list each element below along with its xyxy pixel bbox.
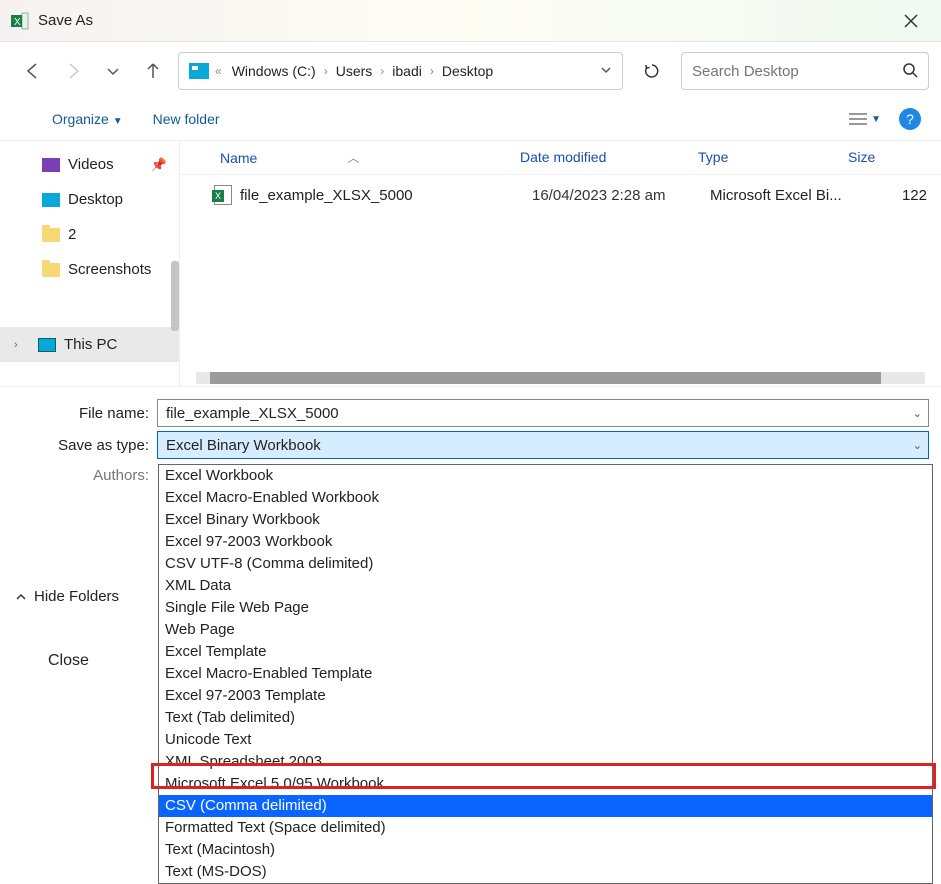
window-title: Save As bbox=[38, 12, 93, 29]
nav-back-button[interactable] bbox=[18, 56, 48, 86]
sort-indicator-icon: ︿ bbox=[347, 149, 359, 166]
filename-row: File name: file_example_XLSX_5000 ⌄ bbox=[12, 399, 929, 427]
saveastype-option[interactable]: XML Data bbox=[159, 575, 932, 597]
saveastype-option[interactable]: XML Spreadsheet 2003 bbox=[159, 751, 932, 773]
saveastype-option[interactable]: Excel 97-2003 Workbook bbox=[159, 531, 932, 553]
this-pc-icon bbox=[38, 338, 56, 352]
sidebar-item-this-pc[interactable]: › This PC bbox=[0, 327, 179, 362]
chevron-right-icon: › bbox=[322, 64, 330, 78]
saveastype-option[interactable]: Formatted Text (Space delimited) bbox=[159, 817, 932, 839]
breadcrumb-address-bar[interactable]: « Windows (C:) › Users › ibadi › Desktop bbox=[178, 52, 623, 90]
sidebar-item-label: Videos bbox=[68, 156, 114, 173]
authors-label: Authors: bbox=[12, 467, 157, 484]
chevron-right-icon: › bbox=[378, 64, 386, 78]
column-date[interactable]: Date modified bbox=[520, 149, 698, 166]
saveastype-option[interactable]: Excel Macro-Enabled Workbook bbox=[159, 487, 932, 509]
saveastype-dropdown-icon[interactable]: ⌄ bbox=[913, 439, 922, 452]
sidebar-item-desktop[interactable]: Desktop bbox=[0, 182, 179, 217]
horizontal-scrollbar[interactable] bbox=[196, 372, 925, 384]
saveastype-option[interactable]: Single File Web Page bbox=[159, 597, 932, 619]
videos-icon bbox=[42, 158, 60, 172]
folder-icon bbox=[42, 263, 60, 277]
saveastype-option[interactable]: Text (Macintosh) bbox=[159, 839, 932, 861]
search-input[interactable] bbox=[692, 63, 902, 80]
column-size[interactable]: Size bbox=[848, 149, 931, 166]
saveastype-option[interactable]: Excel Workbook bbox=[159, 465, 932, 487]
file-size: 122 bbox=[860, 187, 931, 204]
saveastype-option[interactable]: Excel Template bbox=[159, 641, 932, 663]
nav-row: « Windows (C:) › Users › ibadi › Desktop bbox=[0, 42, 941, 102]
excel-app-icon: X bbox=[10, 11, 30, 31]
filename-value: file_example_XLSX_5000 bbox=[166, 405, 339, 422]
organize-label: Organize bbox=[52, 111, 109, 127]
sidebar-item-label: 2 bbox=[68, 226, 76, 243]
sidebar: Videos 📌 Desktop 2 Screenshots › This PC bbox=[0, 141, 180, 386]
file-name: file_example_XLSX_5000 bbox=[240, 187, 532, 204]
hide-folders-button[interactable]: Hide Folders bbox=[14, 588, 119, 605]
view-options-button[interactable]: ▼ bbox=[849, 112, 881, 126]
saveastype-option[interactable]: Web Page bbox=[159, 619, 932, 641]
breadcrumb-item[interactable]: Windows (C:) bbox=[228, 61, 320, 81]
expand-icon[interactable]: › bbox=[14, 339, 18, 351]
saveastype-row: Save as type: Excel Binary Workbook ⌄ bbox=[12, 431, 929, 459]
saveastype-option[interactable]: Unicode Text bbox=[159, 729, 932, 751]
sidebar-item-label: Screenshots bbox=[68, 261, 151, 278]
sidebar-item-screenshots[interactable]: Screenshots bbox=[0, 252, 179, 287]
folder-icon bbox=[42, 228, 60, 242]
saveastype-option[interactable]: Excel 97-2003 Template bbox=[159, 685, 932, 707]
help-button[interactable]: ? bbox=[899, 108, 921, 130]
saveastype-option[interactable]: Excel Macro-Enabled Template bbox=[159, 663, 932, 685]
file-type: Microsoft Excel Bi... bbox=[710, 187, 860, 204]
saveastype-option[interactable]: CSV UTF-8 (Comma delimited) bbox=[159, 553, 932, 575]
excel-file-icon bbox=[212, 185, 234, 205]
filename-field[interactable]: file_example_XLSX_5000 ⌄ bbox=[157, 399, 929, 427]
desktop-icon bbox=[42, 193, 60, 207]
breadcrumb-item[interactable]: ibadi bbox=[388, 61, 426, 81]
saveastype-field[interactable]: Excel Binary Workbook ⌄ bbox=[157, 431, 929, 459]
search-box[interactable] bbox=[681, 52, 929, 90]
breadcrumb-dropdown-icon[interactable] bbox=[600, 63, 612, 79]
saveastype-label: Save as type: bbox=[12, 437, 157, 454]
saveastype-option[interactable]: CSV (Comma delimited) bbox=[159, 795, 932, 817]
organize-menu[interactable]: Organize ▼ bbox=[52, 111, 123, 127]
drive-icon bbox=[189, 63, 209, 79]
breadcrumb-prev-icon: « bbox=[215, 64, 226, 78]
breadcrumb-item[interactable]: Users bbox=[332, 61, 377, 81]
titlebar: X Save As bbox=[0, 0, 941, 42]
search-icon[interactable] bbox=[902, 62, 918, 81]
file-list-area: Name︿ Date modified Type Size file_examp… bbox=[180, 141, 941, 386]
column-type[interactable]: Type bbox=[698, 149, 848, 166]
pin-icon: 📌 bbox=[151, 157, 167, 173]
close-button[interactable]: Close bbox=[48, 652, 89, 670]
saveastype-option[interactable]: Text (Tab delimited) bbox=[159, 707, 932, 729]
sidebar-item-label: This PC bbox=[64, 336, 117, 353]
hide-folders-label: Hide Folders bbox=[34, 588, 119, 605]
saveastype-option[interactable]: Microsoft Excel 5.0/95 Workbook bbox=[159, 773, 932, 795]
filename-label: File name: bbox=[12, 405, 157, 422]
sidebar-item-2[interactable]: 2 bbox=[0, 217, 179, 252]
nav-up-button[interactable] bbox=[138, 56, 168, 86]
filename-dropdown-icon[interactable]: ⌄ bbox=[913, 407, 922, 420]
sidebar-item-label: Desktop bbox=[68, 191, 123, 208]
toolbar: Organize ▼ New folder ▼ ? bbox=[0, 102, 941, 141]
new-folder-button[interactable]: New folder bbox=[153, 111, 220, 127]
breadcrumb-item[interactable]: Desktop bbox=[438, 61, 497, 81]
file-row[interactable]: file_example_XLSX_5000 16/04/2023 2:28 a… bbox=[180, 175, 941, 215]
svg-text:X: X bbox=[14, 17, 21, 28]
column-headers: Name︿ Date modified Type Size bbox=[180, 141, 941, 175]
close-window-button[interactable] bbox=[891, 1, 931, 41]
refresh-button[interactable] bbox=[633, 52, 671, 90]
nav-recent-dropdown[interactable] bbox=[98, 56, 128, 86]
sidebar-scrollbar[interactable] bbox=[171, 261, 179, 331]
saveastype-dropdown-list[interactable]: Excel WorkbookExcel Macro-Enabled Workbo… bbox=[158, 464, 933, 884]
column-name[interactable]: Name︿ bbox=[220, 149, 520, 166]
saveastype-option[interactable]: Excel Binary Workbook bbox=[159, 509, 932, 531]
saveastype-option[interactable]: Text (MS-DOS) bbox=[159, 861, 932, 883]
sidebar-item-videos[interactable]: Videos 📌 bbox=[0, 147, 179, 182]
file-date: 16/04/2023 2:28 am bbox=[532, 187, 710, 204]
saveastype-value: Excel Binary Workbook bbox=[166, 437, 321, 454]
nav-forward-button[interactable] bbox=[58, 56, 88, 86]
chevron-right-icon: › bbox=[428, 64, 436, 78]
